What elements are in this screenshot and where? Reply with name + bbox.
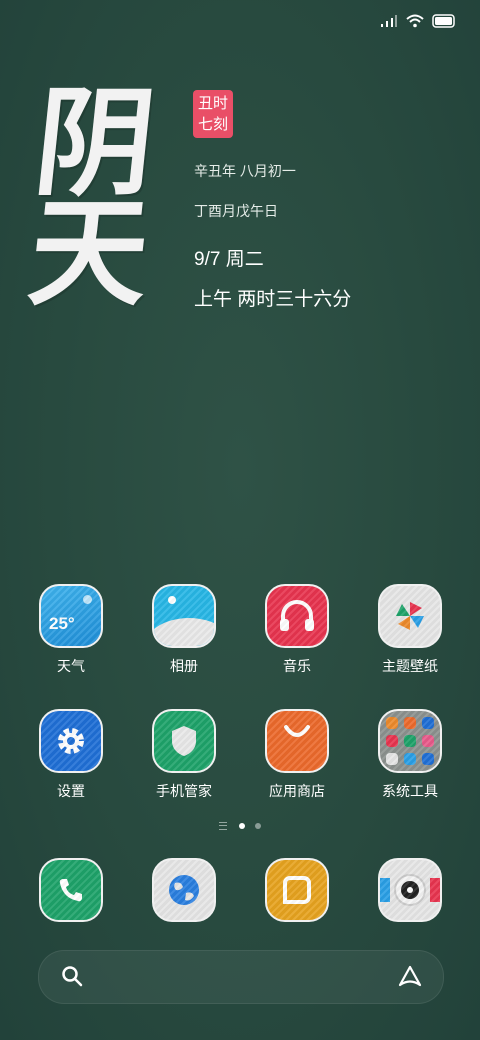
page-dot-2[interactable]: [255, 823, 261, 829]
ganzhi-date: 丁酉月戊午日: [194, 203, 278, 219]
battery-icon: [432, 14, 455, 28]
search-icon: [62, 966, 83, 987]
lunar-time-badge: 丑时 七刻: [193, 90, 233, 138]
app-music[interactable]: 音乐: [242, 584, 352, 676]
weather-char-2: 天: [22, 183, 156, 322]
badge-line-1: 丑时: [197, 95, 228, 112]
date-text: 9/7 周二: [194, 249, 264, 270]
app-themes[interactable]: 主题壁纸: [355, 584, 465, 676]
app-weather[interactable]: 25° 天气: [16, 584, 126, 676]
search-bar[interactable]: [38, 950, 444, 1004]
folder-icon: [378, 709, 442, 773]
app-security[interactable]: 手机管家: [129, 709, 239, 801]
app-system-tools-folder[interactable]: 系统工具: [355, 709, 465, 801]
app-store-icon: [265, 709, 329, 773]
camera-icon: [378, 858, 442, 922]
badge-line-2: 七刻: [197, 116, 228, 133]
time-text: 上午 两时三十六分: [194, 289, 352, 310]
menu-lines-icon: [219, 822, 227, 830]
dock-messages[interactable]: [242, 858, 352, 922]
app-label: 手机管家: [156, 783, 212, 799]
messages-icon: [265, 858, 329, 922]
app-label: 设置: [57, 783, 85, 799]
app-label: 主题壁纸: [382, 658, 438, 674]
app-label: 系统工具: [382, 783, 438, 799]
browser-icon: [152, 858, 216, 922]
app-label: 应用商店: [269, 783, 325, 799]
dock-camera[interactable]: [355, 858, 465, 922]
app-settings[interactable]: 设置: [16, 709, 126, 801]
weather-icon: 25°: [39, 584, 103, 648]
app-label: 天气: [57, 658, 85, 674]
phone-icon: [39, 858, 103, 922]
settings-icon: [39, 709, 103, 773]
music-icon: [265, 584, 329, 648]
signal-icon: [381, 15, 397, 27]
dock-phone[interactable]: [16, 858, 126, 922]
gallery-icon: [152, 584, 216, 648]
app-label: 相册: [170, 658, 198, 674]
security-icon: [152, 709, 216, 773]
lunar-date: 辛丑年 八月初一: [194, 163, 296, 179]
app-gallery[interactable]: 相册: [129, 584, 239, 676]
app-store[interactable]: 应用商店: [242, 709, 352, 801]
assistant-icon[interactable]: [397, 964, 423, 990]
app-label: 音乐: [283, 658, 311, 674]
themes-icon: [378, 584, 442, 648]
weather-temp: 25°: [49, 614, 75, 633]
dock-browser[interactable]: [129, 858, 239, 922]
wifi-icon: [406, 14, 424, 28]
page-indicator[interactable]: [0, 822, 480, 830]
page-dot-1[interactable]: [239, 823, 245, 829]
status-bar: [380, 10, 456, 32]
